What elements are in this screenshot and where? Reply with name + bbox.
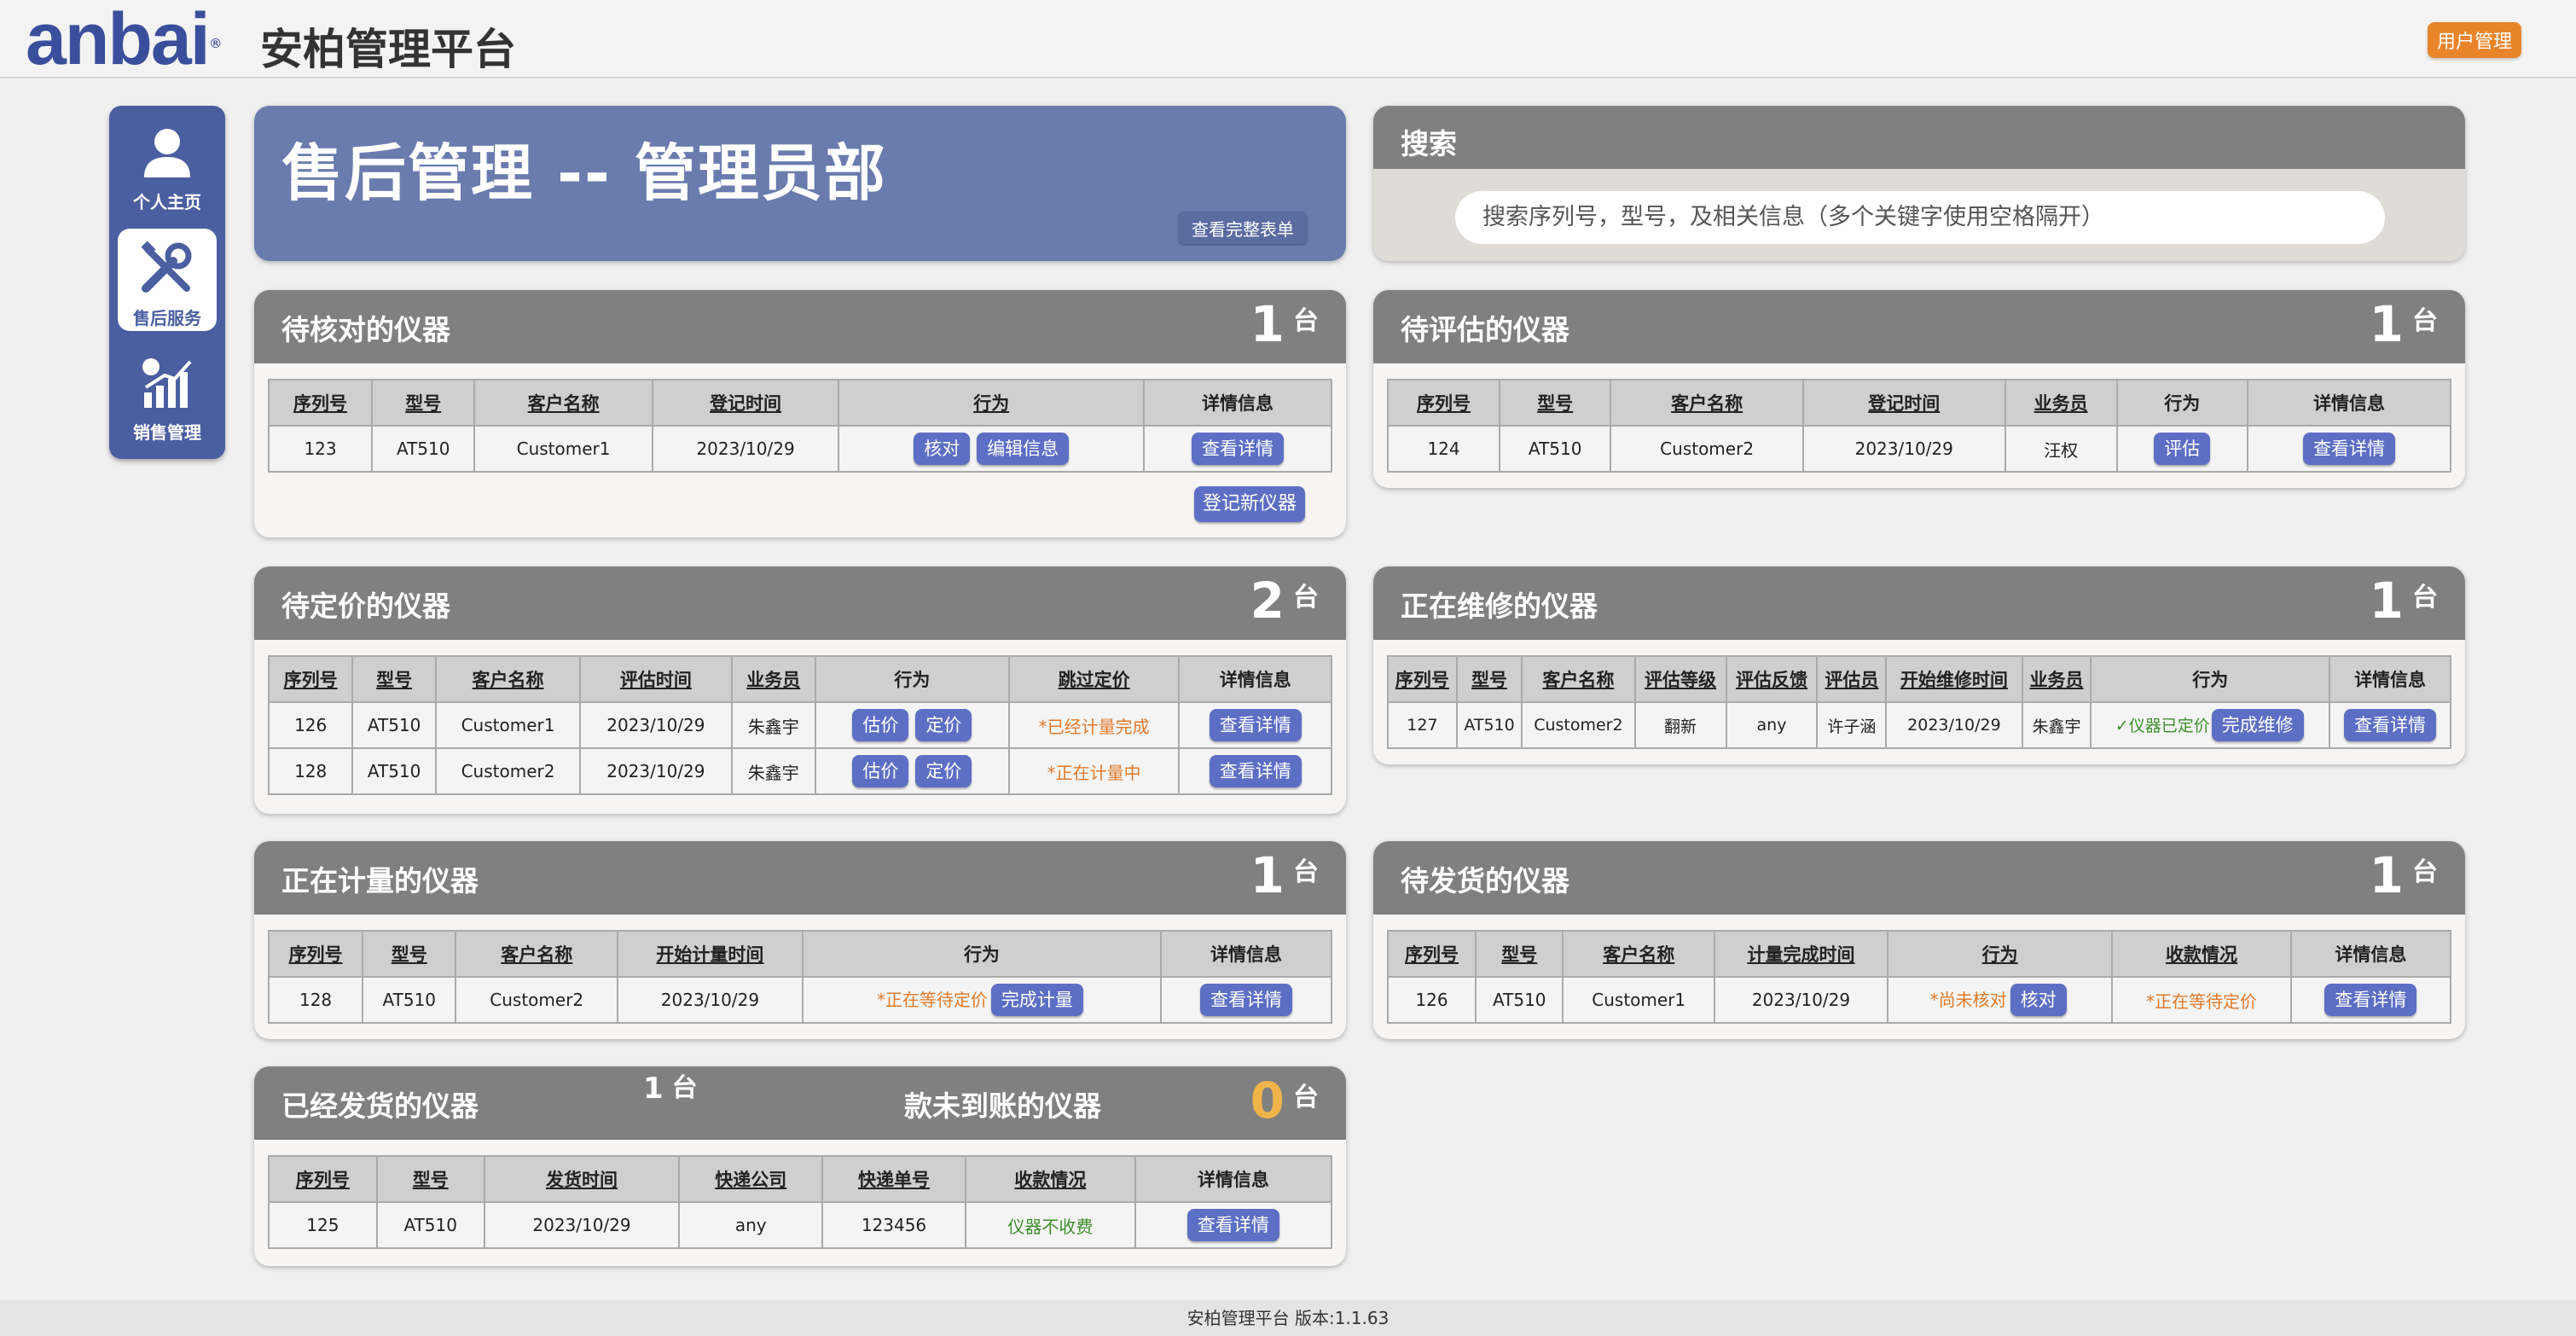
top-bar: anbai ® 安柏管理平台 用户管理 [0, 0, 2576, 78]
view-details-button[interactable]: 查看详情 [1209, 709, 1302, 741]
table-row: 128 AT510 Customer2 2023/10/29 *正在等待定价 完成计量 … [267, 976, 1332, 1024]
card-title: 待发货的仪器 [1401, 864, 1569, 897]
waiting-price-status: *正在等待定价 [876, 990, 988, 1010]
not-checked-status: *尚未核对 [1929, 990, 2007, 1010]
check-button[interactable]: 核对 [2010, 984, 2067, 1016]
search-card: 搜索 搜索序列号，型号，及相关信息（多个关键字使用空格隔开） [1373, 106, 2465, 261]
priced-status: ✓仪器已定价 [2115, 717, 2210, 735]
pending-price-table: 序列号 型号 客户名称 评估时间 业务员 行为 跳过定价 详情信息 126 AT510 Custo… [267, 655, 1332, 795]
view-details-button[interactable]: 查看详情 [1200, 984, 1293, 1016]
sales-chart-icon [142, 358, 192, 408]
view-details-button[interactable]: 查看详情 [2344, 709, 2437, 741]
table-row: 126 AT510 Customer1 2023/10/29 朱鑫宇 估价 定价 *已经计… [267, 701, 1332, 749]
sidebar-item-label: 个人主页 [133, 192, 201, 212]
user-management-button[interactable]: 用户管理 [2428, 22, 2521, 58]
pending-ship-table: 序列号 型号 客户名称 计量完成时间 行为 收款情况 详情信息 126 AT510 Custom… [1386, 930, 2452, 1024]
table-row: 124 AT510 Customer2 2023/10/29 汪权 评估 查看详情 [1386, 425, 2452, 473]
page-title: 售后管理 -- 管理员部 [281, 137, 887, 209]
skip-status: *已经计量完成 [1007, 701, 1181, 749]
card-title: 待评估的仪器 [1401, 313, 1569, 346]
search-input[interactable]: 搜索序列号，型号，及相关信息（多个关键字使用空格隔开） [1455, 191, 2385, 244]
repairing-card: 正在维修的仪器 1台 序列号 型号 客户名称 评估等级 评估反馈 评估员 开始维修时间 业务员… [1373, 566, 2465, 764]
view-details-button[interactable]: 查看详情 [1192, 433, 1285, 465]
card-title: 待核对的仪器 [281, 313, 450, 346]
view-details-button[interactable]: 查看详情 [2324, 984, 2417, 1016]
card-count: 1台 [1250, 846, 1319, 904]
card-count: 1台 [2369, 846, 2438, 904]
view-details-button[interactable]: 查看详情 [2302, 433, 2395, 465]
sidebar-item-profile[interactable]: 个人主页 [118, 113, 217, 215]
user-icon [144, 129, 190, 177]
sidebar: 个人主页 售后服务 销售管理 [109, 106, 225, 459]
repairing-table: 序列号 型号 客户名称 评估等级 评估反馈 评估员 开始维修时间 业务员 行为 详情信息 127 A… [1387, 655, 2451, 749]
card-count: 2台 [1250, 572, 1319, 630]
pending-price-card: 待定价的仪器 2台 序列号 型号 客户名称 评估时间 业务员 行为 跳过定价 详情信息 126… [254, 566, 1346, 814]
finish-repair-button[interactable]: 完成维修 [2211, 709, 2304, 741]
table-row: 126 AT510 Customer1 2023/10/29 *尚未核对 核对 *正在等… [1386, 976, 2452, 1024]
sidebar-item-label: 售后服务 [133, 308, 201, 328]
table-row: 125 AT510 2023/10/29 any 123456 仪器不收费 查看详情 [268, 1201, 1333, 1249]
payment-status: 仪器不收费 [964, 1201, 1136, 1249]
card-count: 1台 [2369, 295, 2438, 353]
price-button[interactable]: 定价 [915, 709, 972, 741]
evaluate-button[interactable]: 评估 [2154, 433, 2211, 465]
shipped-table: 序列号 型号 发货时间 快递公司 快递单号 收款情况 详情信息 125 AT510 2023/1… [268, 1155, 1333, 1249]
pending-eval-table: 序列号 型号 客户名称 登记时间 业务员 行为 详情信息 124 AT510 Customer2… [1386, 379, 2452, 473]
measuring-table: 序列号 型号 客户名称 开始计量时间 行为 详情信息 128 AT510 Customer2 2… [267, 930, 1332, 1024]
skip-status: *正在计量中 [1007, 747, 1181, 795]
sidebar-item-sales[interactable]: 销售管理 [118, 343, 217, 445]
pending-check-card: 待核对的仪器 1台 序列号 型号 客户名称 登记时间 行为 详情信息 123 AT510 Cu… [254, 290, 1346, 537]
check-button[interactable]: 核对 [914, 433, 971, 465]
view-details-button[interactable]: 查看详情 [1209, 755, 1302, 787]
card-title: 待定价的仪器 [281, 590, 450, 623]
view-details-button[interactable]: 查看详情 [1186, 1209, 1279, 1241]
unpaid-count: 0台 [1250, 1072, 1319, 1130]
measuring-card: 正在计量的仪器 1台 序列号 型号 客户名称 开始计量时间 行为 详情信息 128 AT51… [254, 841, 1346, 1039]
unpaid-title: 款未到账的仪器 [904, 1089, 1101, 1123]
pending-eval-card: 待评估的仪器 1台 序列号 型号 客户名称 登记时间 业务员 行为 详情信息 124 AT51… [1373, 290, 2465, 488]
price-button[interactable]: 定价 [915, 755, 972, 787]
card-count: 1台 [643, 1072, 698, 1106]
payment-status: *正在等待定价 [2111, 976, 2292, 1024]
pending-check-table: 序列号 型号 客户名称 登记时间 行为 详情信息 123 AT510 Customer1 202… [267, 379, 1332, 473]
card-count: 1台 [2369, 572, 2438, 630]
tools-icon [141, 241, 192, 293]
card-title: 已经发货的仪器 [281, 1089, 479, 1123]
page-header-card: 售后管理 -- 管理员部 查看完整表单 [254, 106, 1346, 261]
card-count: 1台 [1250, 295, 1319, 353]
finish-measure-button[interactable]: 完成计量 [990, 984, 1083, 1016]
table-row: 123 AT510 Customer1 2023/10/29 核对 编辑信息 查看详情 [267, 425, 1332, 473]
app-title: 安柏管理平台 [260, 25, 516, 74]
footer-version: 安柏管理平台 版本:1.1.63 [0, 1300, 2576, 1336]
table-row: 128 AT510 Customer2 2023/10/29 朱鑫宇 估价 定价 *正在计… [267, 747, 1332, 795]
view-full-form-button[interactable]: 查看完整表单 [1179, 212, 1307, 244]
edit-info-button[interactable]: 编辑信息 [977, 433, 1070, 465]
estimate-button[interactable]: 估价 [852, 755, 909, 787]
register-new-button[interactable]: 登记新仪器 [1194, 486, 1305, 522]
anbai-logo[interactable]: anbai ® [26, 3, 221, 76]
estimate-button[interactable]: 估价 [852, 709, 909, 741]
sidebar-item-label: 销售管理 [133, 422, 201, 443]
pending-ship-card: 待发货的仪器 1台 序列号 型号 客户名称 计量完成时间 行为 收款情况 详情信息 126 A… [1373, 841, 2465, 1039]
sidebar-item-aftersales[interactable]: 售后服务 [118, 229, 217, 331]
card-title: 正在维修的仪器 [1401, 590, 1598, 623]
shipped-card: 已经发货的仪器 1台 款未到账的仪器 0台 序列号 型号 发货时间 快递公司 快递单号收… [254, 1066, 1346, 1266]
card-title: 正在计量的仪器 [281, 864, 479, 897]
table-row: 127 AT510 Customer2 翻新 any 许子涵 2023/10/29 朱鑫宇 ✓… [1387, 701, 2451, 749]
search-title: 搜索 [1401, 127, 1457, 160]
